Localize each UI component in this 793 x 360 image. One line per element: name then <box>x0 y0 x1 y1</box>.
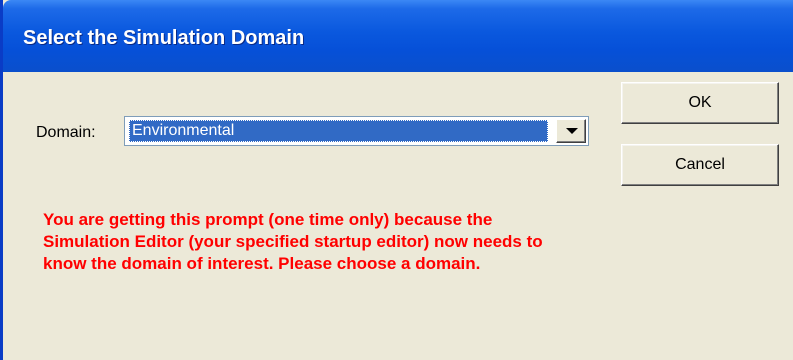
domain-label: Domain: <box>36 124 96 141</box>
ok-button[interactable]: OK <box>621 82 779 124</box>
dialog-window: Select the Simulation Domain Domain: Env… <box>0 0 793 360</box>
domain-selected-value[interactable]: Environmental <box>129 120 548 142</box>
window-title: Select the Simulation Domain <box>23 27 305 49</box>
message-line: Simulation Editor (your specified startu… <box>43 232 543 251</box>
message-line: know the domain of interest. Please choo… <box>43 254 481 273</box>
info-message: You are getting this prompt (one time on… <box>43 209 743 275</box>
message-line: You are getting this prompt (one time on… <box>43 210 493 229</box>
domain-select[interactable]: Environmental <box>124 116 589 146</box>
title-bar[interactable]: Select the Simulation Domain <box>3 0 793 72</box>
cancel-button[interactable]: Cancel <box>621 144 779 186</box>
chevron-down-icon[interactable] <box>556 119 586 143</box>
